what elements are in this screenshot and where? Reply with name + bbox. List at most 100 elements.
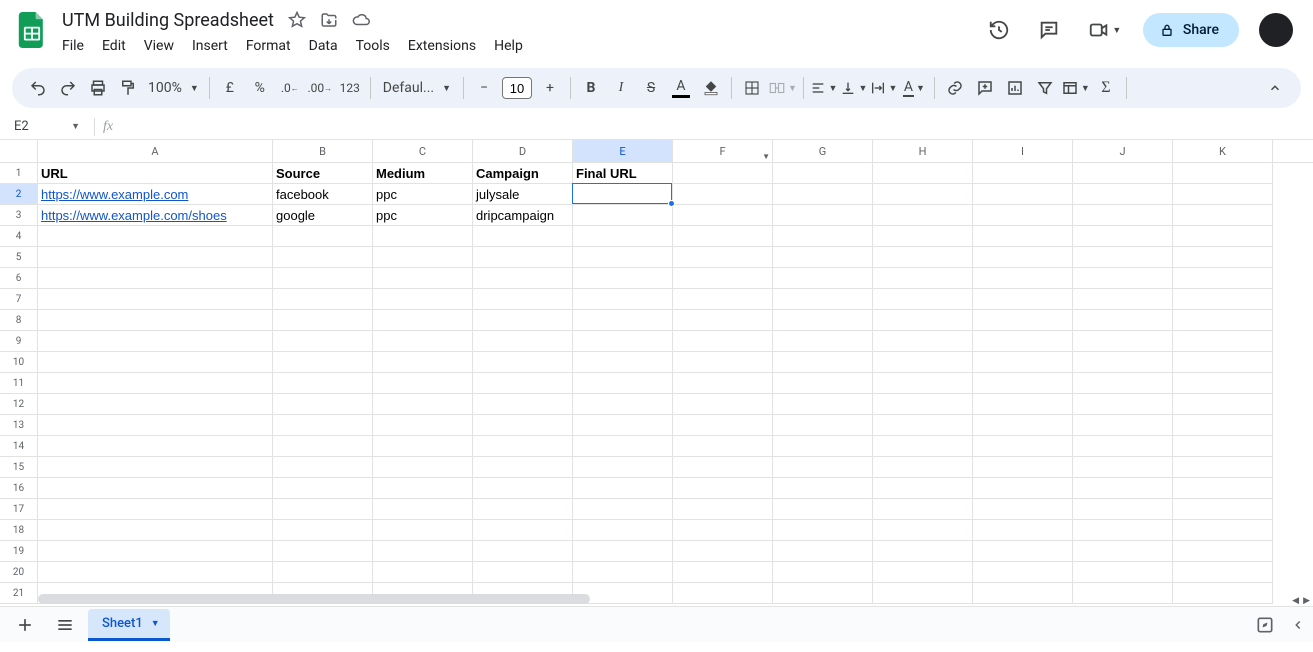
cell[interactable] <box>1073 394 1173 415</box>
cell[interactable] <box>273 268 373 289</box>
cell[interactable] <box>973 541 1073 562</box>
undo-button[interactable] <box>24 74 52 102</box>
cell[interactable] <box>273 331 373 352</box>
row-header[interactable]: 20 <box>0 562 38 583</box>
insert-comment-button[interactable] <box>971 74 999 102</box>
row-header[interactable]: 16 <box>0 478 38 499</box>
cell[interactable] <box>373 289 473 310</box>
percent-button[interactable]: % <box>246 74 274 102</box>
cell[interactable] <box>1173 310 1273 331</box>
functions-button[interactable]: Σ <box>1092 74 1120 102</box>
cell[interactable] <box>273 247 373 268</box>
all-sheets-button[interactable] <box>48 610 82 640</box>
cell[interactable] <box>873 436 973 457</box>
cell[interactable] <box>873 499 973 520</box>
column-header[interactable]: A <box>38 140 273 162</box>
cell[interactable] <box>673 520 773 541</box>
cell[interactable]: dripcampaign <box>473 205 573 226</box>
cell[interactable] <box>573 184 673 205</box>
cell[interactable] <box>1173 205 1273 226</box>
meet-icon[interactable]: ▼ <box>1081 12 1129 48</box>
cell[interactable] <box>373 394 473 415</box>
cell[interactable] <box>373 562 473 583</box>
cell[interactable] <box>373 457 473 478</box>
menu-extensions[interactable]: Extensions <box>400 34 484 58</box>
cell[interactable] <box>373 226 473 247</box>
menu-insert[interactable]: Insert <box>184 34 236 58</box>
cell[interactable] <box>573 520 673 541</box>
cell[interactable]: julysale <box>473 184 573 205</box>
cell[interactable] <box>573 268 673 289</box>
cell[interactable] <box>38 499 273 520</box>
link-button[interactable] <box>941 74 969 102</box>
cell[interactable]: google <box>273 205 373 226</box>
italic-button[interactable]: I <box>607 74 635 102</box>
cell[interactable] <box>673 499 773 520</box>
cell[interactable] <box>1073 226 1173 247</box>
cell[interactable] <box>1073 247 1173 268</box>
bold-button[interactable]: B <box>577 74 605 102</box>
cell[interactable] <box>38 310 273 331</box>
paint-format-button[interactable] <box>114 74 142 102</box>
cell[interactable] <box>973 247 1073 268</box>
cell[interactable] <box>1173 478 1273 499</box>
cell[interactable] <box>38 478 273 499</box>
cell[interactable] <box>573 226 673 247</box>
cell[interactable] <box>973 163 1073 184</box>
filter-views-button[interactable]: ▼ <box>1061 74 1090 102</box>
cell[interactable] <box>473 520 573 541</box>
cell[interactable] <box>873 205 973 226</box>
cell[interactable] <box>773 373 873 394</box>
cell[interactable] <box>273 289 373 310</box>
cell[interactable] <box>773 520 873 541</box>
cell[interactable]: https://www.example.com <box>38 184 273 205</box>
cell[interactable] <box>1073 541 1173 562</box>
cell[interactable]: ppc <box>373 205 473 226</box>
cell[interactable] <box>873 163 973 184</box>
text-color-button[interactable]: A <box>667 74 695 102</box>
cell[interactable] <box>1173 415 1273 436</box>
cell[interactable] <box>873 310 973 331</box>
cell[interactable] <box>373 499 473 520</box>
cell[interactable] <box>873 373 973 394</box>
cell[interactable] <box>473 310 573 331</box>
cell[interactable] <box>373 415 473 436</box>
cell[interactable] <box>373 436 473 457</box>
cell[interactable] <box>873 247 973 268</box>
borders-button[interactable] <box>738 74 766 102</box>
redo-button[interactable] <box>54 74 82 102</box>
cell[interactable] <box>273 415 373 436</box>
cell[interactable] <box>473 541 573 562</box>
increase-decimal-button[interactable]: .00→ <box>306 74 334 102</box>
cell[interactable] <box>373 268 473 289</box>
cell[interactable] <box>673 373 773 394</box>
cell[interactable] <box>473 499 573 520</box>
cell[interactable] <box>573 310 673 331</box>
row-header[interactable]: 9 <box>0 331 38 352</box>
cell[interactable] <box>38 415 273 436</box>
cell[interactable] <box>273 352 373 373</box>
scroll-right-icon[interactable]: ▶ <box>1303 596 1310 606</box>
merge-button[interactable]: ▼ <box>768 74 797 102</box>
cell[interactable] <box>573 289 673 310</box>
cell[interactable] <box>38 289 273 310</box>
cell[interactable] <box>873 226 973 247</box>
cell[interactable] <box>473 352 573 373</box>
cell[interactable]: Campaign <box>473 163 573 184</box>
cell[interactable] <box>473 394 573 415</box>
zoom-select[interactable]: 100%▼ <box>144 80 203 96</box>
cell[interactable] <box>673 268 773 289</box>
cell[interactable] <box>38 520 273 541</box>
cell[interactable] <box>473 415 573 436</box>
cell[interactable] <box>1073 415 1173 436</box>
cell[interactable] <box>1073 310 1173 331</box>
currency-button[interactable]: £ <box>216 74 244 102</box>
row-header[interactable]: 19 <box>0 541 38 562</box>
cell[interactable] <box>473 268 573 289</box>
cell[interactable] <box>373 478 473 499</box>
row-header[interactable]: 14 <box>0 436 38 457</box>
cell[interactable]: Source <box>273 163 373 184</box>
format-number-button[interactable]: 123 <box>336 74 364 102</box>
cell[interactable] <box>773 562 873 583</box>
cell[interactable] <box>973 205 1073 226</box>
